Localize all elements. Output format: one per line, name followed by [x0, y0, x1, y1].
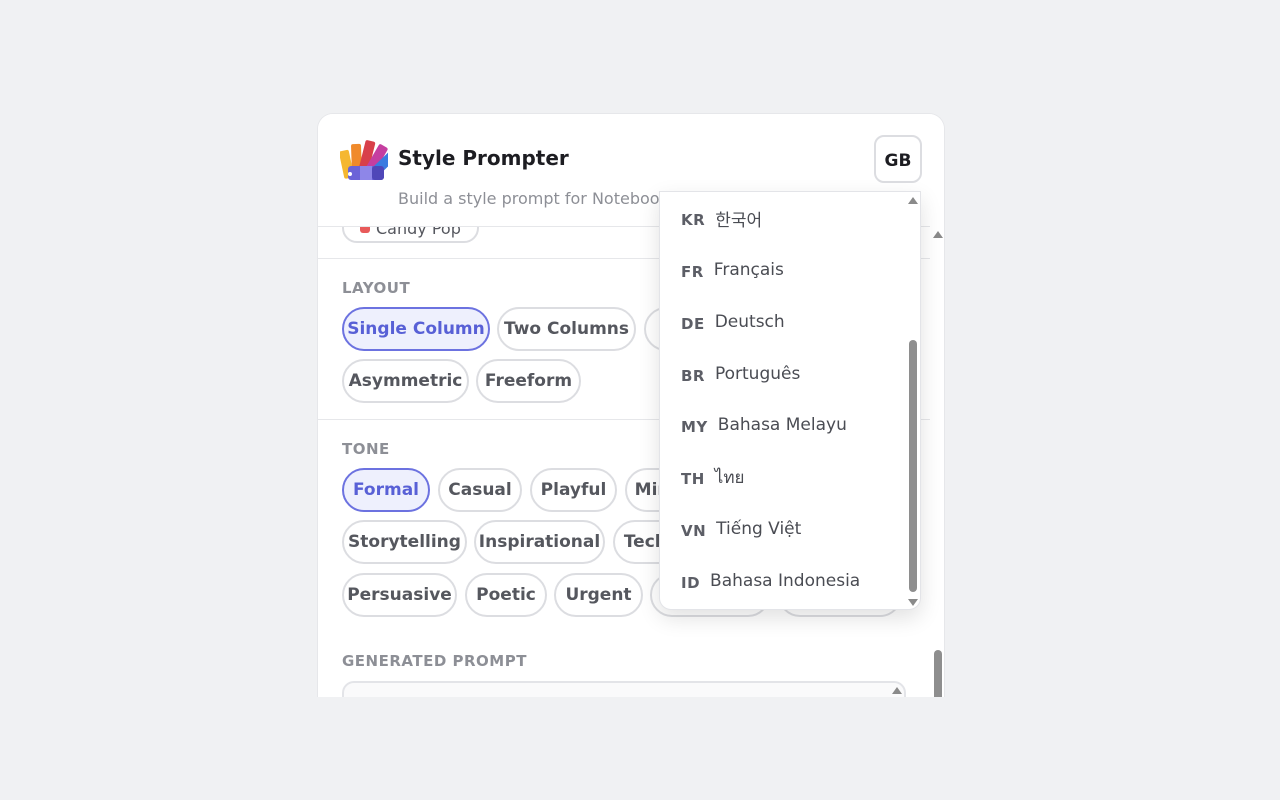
tone-chip-playful[interactable]: Playful	[530, 468, 617, 512]
candy-icon	[360, 227, 370, 233]
generated-prompt-textarea[interactable]	[342, 681, 906, 697]
tone-chip-persuasive[interactable]: Persuasive	[342, 573, 457, 617]
generated-prompt-label: GENERATED PROMPT	[342, 652, 527, 670]
language-name: Tiếng Việt	[716, 519, 802, 539]
scroll-up-arrow-icon[interactable]	[892, 687, 902, 694]
panel-scrollbar-thumb[interactable]	[934, 650, 942, 697]
app-subtitle: Build a style prompt for NotebookLM	[398, 189, 692, 208]
language-option-de[interactable]: DE Deutsch	[660, 296, 906, 348]
tone-chip-casual[interactable]: Casual	[438, 468, 522, 512]
language-name: Bahasa Indonesia	[710, 571, 861, 591]
language-name: Português	[714, 364, 801, 384]
tone-chip-inspirational[interactable]: Inspirational	[474, 520, 605, 564]
language-option-my[interactable]: MY Bahasa Melayu	[660, 399, 906, 451]
language-option-id[interactable]: ID Bahasa Indonesia	[660, 555, 906, 607]
layout-chip-single-column[interactable]: Single Column	[342, 307, 490, 351]
dropdown-scrollbar-thumb[interactable]	[909, 340, 917, 592]
palette-fan-icon	[340, 140, 388, 180]
language-code: MY	[681, 418, 708, 436]
language-code: DE	[681, 315, 705, 333]
language-name: Deutsch	[714, 312, 785, 332]
language-option-br[interactable]: BR Português	[660, 348, 906, 400]
language-code: KR	[681, 211, 706, 229]
language-dropdown-menu: KR 한국어 FR Français DE Deutsch BR Portugu…	[659, 191, 921, 610]
tone-chip-poetic[interactable]: Poetic	[465, 573, 547, 617]
scroll-down-arrow-icon[interactable]	[908, 599, 918, 606]
language-name: Bahasa Melayu	[717, 415, 847, 435]
app-title: Style Prompter	[398, 146, 569, 170]
tone-chip-storytelling[interactable]: Storytelling	[342, 520, 467, 564]
language-code: TH	[681, 470, 705, 488]
language-option-th[interactable]: TH ไทย	[660, 451, 906, 503]
tone-section-label: TONE	[342, 440, 390, 458]
scroll-up-arrow-icon[interactable]	[933, 231, 943, 238]
language-name: ไทย	[714, 467, 745, 488]
layout-chip-asymmetric[interactable]: Asymmetric	[342, 359, 469, 403]
language-code: ID	[681, 574, 701, 592]
language-option-fr[interactable]: FR Français	[660, 244, 906, 296]
language-code: VN	[681, 522, 707, 540]
layout-chip-two-columns[interactable]: Two Columns	[497, 307, 636, 351]
layout-section-label: LAYOUT	[342, 279, 411, 297]
language-option-vn[interactable]: VN Tiếng Việt	[660, 503, 906, 555]
scroll-up-arrow-icon[interactable]	[908, 197, 918, 204]
language-select-button[interactable]: GB	[874, 135, 922, 183]
theme-chip-candy-pop[interactable]: Candy Pop	[342, 226, 479, 243]
language-name: 한국어	[715, 210, 763, 231]
language-option-kr[interactable]: KR 한국어	[660, 192, 906, 244]
layout-chip-freeform[interactable]: Freeform	[476, 359, 581, 403]
language-code: BR	[681, 367, 705, 385]
chip-label: Candy Pop	[376, 226, 461, 238]
language-name: Français	[713, 260, 784, 280]
language-code: FR	[681, 263, 704, 281]
tone-chip-formal[interactable]: Formal	[342, 468, 430, 512]
tone-chip-urgent[interactable]: Urgent	[554, 573, 643, 617]
